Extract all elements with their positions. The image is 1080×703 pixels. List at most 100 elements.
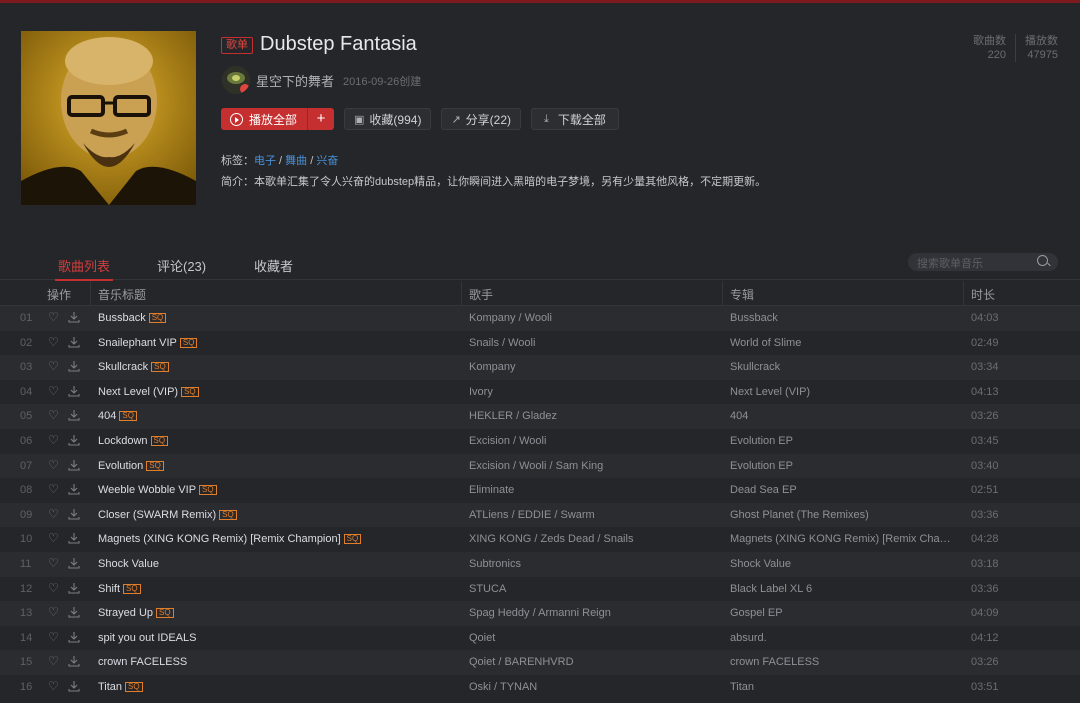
download-icon[interactable] [68,336,80,348]
creator-name-link[interactable]: 星空下的舞者 [256,71,334,90]
track-title[interactable]: Closer (SWARM Remix) SQ [98,509,237,521]
like-heart-icon[interactable]: ♡ [48,605,59,619]
download-icon[interactable] [68,582,80,594]
track-artist[interactable]: XING KONG / Zeds Dead / Snails [469,533,714,545]
track-artist[interactable]: Subtronics [469,558,714,570]
tab-subscribers[interactable]: 收藏者 [254,256,293,275]
track-artist[interactable]: Kompany / Wooli [469,312,714,324]
track-album[interactable]: Black Label XL 6 [730,583,955,595]
download-icon[interactable] [68,680,80,692]
track-album[interactable]: World of Slime [730,337,955,349]
tab-comments[interactable]: 评论(23) [157,256,206,275]
track-title[interactable]: Strayed Up SQ [98,607,174,619]
track-title[interactable]: Skullcrack SQ [98,361,169,373]
table-row[interactable]: 10 ♡ Magnets (XING KONG Remix) [Remix Cham… [0,527,1080,552]
track-artist[interactable]: Oski / TYNAN [469,681,714,693]
track-artist[interactable]: Snails / Wooli [469,337,714,349]
add-to-queue-button[interactable]: + [308,108,334,130]
track-title[interactable]: Bussback SQ [98,312,167,324]
track-artist[interactable]: Kompany [469,361,714,373]
track-album[interactable]: Evolution EP [730,435,955,447]
play-all-button[interactable]: 播放全部 [221,108,309,130]
like-heart-icon[interactable]: ♡ [48,581,59,595]
col-artist[interactable]: 歌手 [469,286,493,303]
like-heart-icon[interactable]: ♡ [48,359,59,373]
tab-song-list[interactable]: 歌曲列表 [54,256,114,281]
track-title[interactable]: crown FACELESS [98,656,187,668]
tag-link[interactable]: 舞曲 [285,155,307,167]
track-album[interactable]: Titan [730,681,955,693]
table-row[interactable]: 07 ♡ Evolution SQ Excision / Wooli / Sam Kin… [0,453,1080,479]
col-duration[interactable]: 时长 [971,286,995,303]
track-title[interactable]: Weeble Wobble VIP SQ [98,484,217,496]
column-divider[interactable] [461,281,462,305]
table-row[interactable]: 14 ♡ spit you out IDEALS Qoiet absurd. 04:12 [0,626,1080,651]
like-heart-icon[interactable]: ♡ [48,458,59,472]
like-heart-icon[interactable]: ♡ [48,482,59,496]
table-row[interactable]: 12 ♡ Shift SQ STUCA Black Label XL 6 03:36 [0,577,1080,602]
table-row[interactable]: 15 ♡ crown FACELESS Qoiet / BARENHVRD crown … [0,650,1080,675]
share-button[interactable]: ↗ 分享(22) [441,108,521,130]
column-divider[interactable] [722,281,723,305]
track-title[interactable]: Lockdown SQ [98,435,169,447]
search-icon[interactable] [1037,255,1048,266]
track-album[interactable]: 404 [730,410,955,422]
download-icon[interactable] [68,409,80,421]
playlist-search-input[interactable]: 搜索歌单音乐 [908,253,1058,271]
like-heart-icon[interactable]: ♡ [48,384,59,398]
track-artist[interactable]: Excision / Wooli [469,435,714,447]
download-icon[interactable] [68,631,80,643]
creator-avatar[interactable] [222,66,250,94]
download-icon[interactable] [68,508,80,520]
track-album[interactable]: Ghost Planet (The Remixes) [730,509,955,521]
download-icon[interactable] [68,655,80,667]
track-artist[interactable]: ATLiens / EDDIE / Swarm [469,509,714,521]
track-title[interactable]: Snailephant VIP SQ [98,337,198,349]
table-row[interactable]: 04 ♡ Next Level (VIP) SQ Ivory Next Level (VI… [0,380,1080,405]
track-album[interactable]: Shock Value [730,558,955,570]
table-row[interactable]: 05 ♡ 404 SQ HEKLER / Gladez 404 03:26 [0,404,1080,429]
track-album[interactable]: absurd. [730,632,955,644]
track-album[interactable]: Gospel EP [730,607,955,619]
track-artist[interactable]: STUCA [469,583,714,595]
like-heart-icon[interactable]: ♡ [48,310,59,324]
table-row[interactable]: 16 ♡ Titan SQ Oski / TYNAN Titan 03:51 [0,675,1080,700]
track-album[interactable]: Bussback [730,312,955,324]
track-title[interactable]: spit you out IDEALS [98,632,196,644]
table-row[interactable]: 11 ♡ Shock Value Subtronics Shock Value 03:18 [0,551,1080,577]
table-row[interactable]: 08 ♡ Weeble Wobble VIP SQ Eliminate Dead Sea … [0,478,1080,503]
like-heart-icon[interactable]: ♡ [48,408,59,422]
track-album[interactable]: Skullcrack [730,361,955,373]
track-album[interactable]: Magnets (XING KONG Remix) [Remix Cham… [730,533,955,545]
track-album[interactable]: Dead Sea EP [730,484,955,496]
download-icon[interactable] [68,532,80,544]
table-row[interactable]: 02 ♡ Snailephant VIP SQ Snails / Wooli World … [0,331,1080,356]
track-title[interactable]: Magnets (XING KONG Remix) [Remix Champio… [98,533,362,545]
download-icon[interactable] [68,606,80,618]
track-album[interactable]: Next Level (VIP) [730,386,955,398]
track-album[interactable]: Evolution EP [730,460,955,472]
like-heart-icon[interactable]: ♡ [48,335,59,349]
track-title[interactable]: Titan SQ [98,681,143,693]
table-row[interactable]: 06 ♡ Lockdown SQ Excision / Wooli Evolution E… [0,429,1080,454]
like-heart-icon[interactable]: ♡ [48,630,59,644]
like-heart-icon[interactable]: ♡ [48,679,59,693]
like-heart-icon[interactable]: ♡ [48,433,59,447]
table-row[interactable]: 03 ♡ Skullcrack SQ Kompany Skullcrack 03:34 [0,355,1080,380]
playlist-cover-image[interactable] [21,31,196,205]
track-title[interactable]: Next Level (VIP) SQ [98,386,199,398]
col-album[interactable]: 专辑 [730,286,754,303]
track-artist[interactable]: Qoiet [469,632,714,644]
like-heart-icon[interactable]: ♡ [48,556,59,570]
download-all-button[interactable]: ⤓ 下载全部 [531,108,619,130]
like-heart-icon[interactable]: ♡ [48,531,59,545]
track-artist[interactable]: Eliminate [469,484,714,496]
track-title[interactable]: Shift SQ [98,583,141,595]
col-title[interactable]: 音乐标题 [98,286,146,303]
track-title[interactable]: Evolution SQ [98,460,164,472]
table-row[interactable]: 09 ♡ Closer (SWARM Remix) SQ ATLiens / EDDIE… [0,502,1080,528]
download-icon[interactable] [68,557,80,569]
download-icon[interactable] [68,360,80,372]
track-album[interactable]: crown FACELESS [730,656,955,668]
column-divider[interactable] [963,281,964,305]
